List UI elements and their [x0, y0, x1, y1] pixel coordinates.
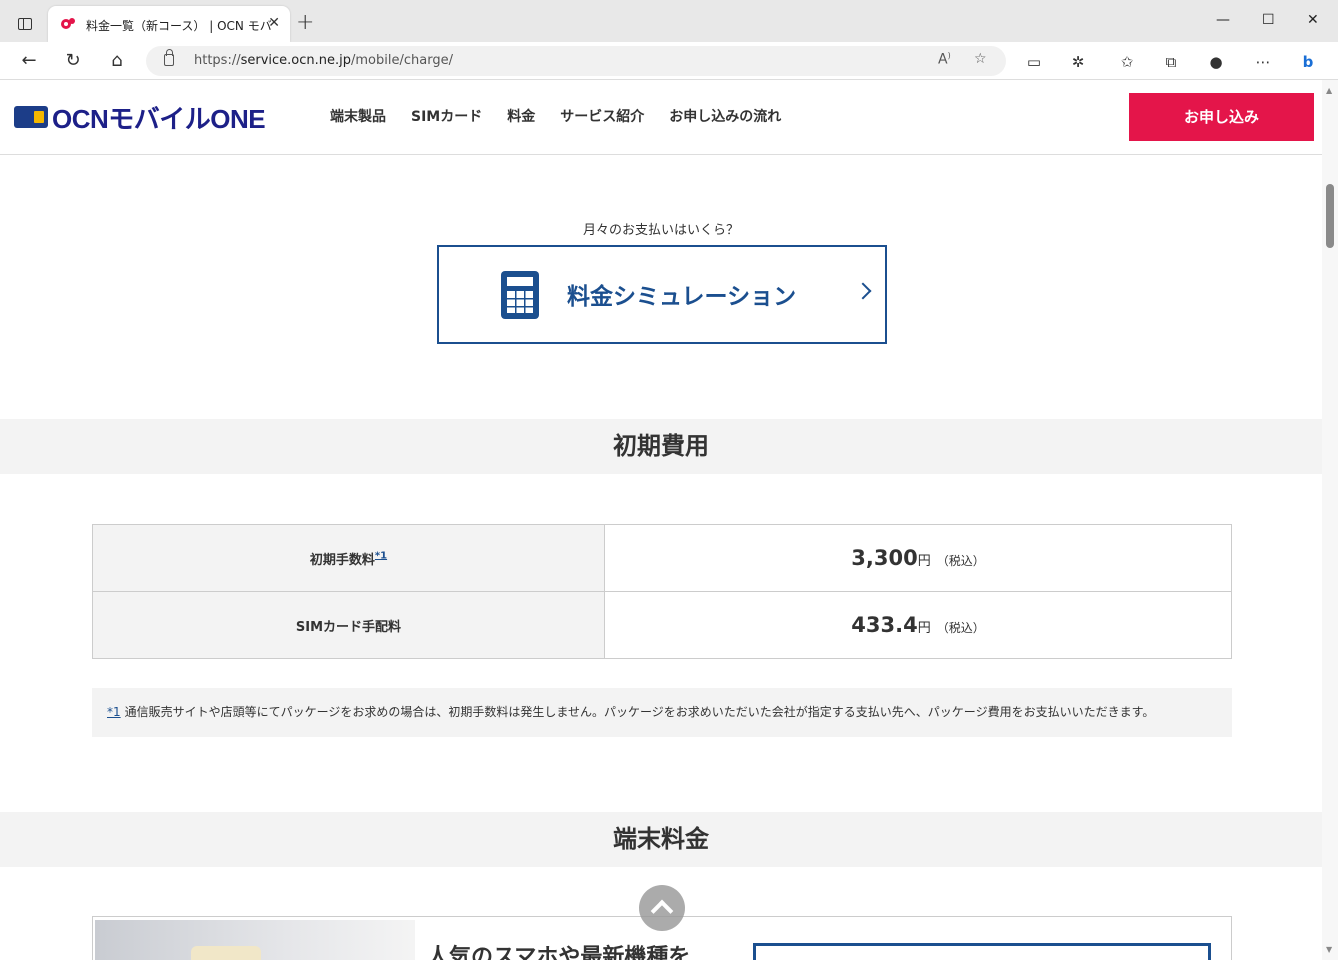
- tax-note: （税込）: [936, 621, 985, 635]
- scroll-up-arrow-icon[interactable]: ▲: [1326, 86, 1332, 95]
- lock-icon: [164, 49, 174, 66]
- maximize-button[interactable]: ☐: [1262, 12, 1275, 28]
- promo-link-box[interactable]: [753, 943, 1211, 960]
- read-aloud-icon[interactable]: A): [938, 51, 951, 68]
- scroll-down-arrow-icon[interactable]: ▼: [1326, 945, 1332, 954]
- footnote-text: 通信販売サイトや店頭等にてパッケージをお求めの場合は、初期手数料は発生しません。…: [124, 705, 1155, 719]
- footnote-ref-link[interactable]: *1: [375, 550, 387, 561]
- apply-button[interactable]: お申し込み: [1129, 93, 1314, 141]
- fee-value-cell: 3,300円 （税込）: [604, 524, 1232, 592]
- favorite-add-icon[interactable]: ☆: [974, 51, 987, 67]
- collections-icon[interactable]: ⧉: [1161, 52, 1181, 72]
- calculator-icon: [501, 271, 539, 319]
- promo-title: 人気のスマホや最新機種を: [427, 945, 691, 960]
- nav-devices[interactable]: 端末製品: [330, 106, 386, 126]
- fee-unit: 円: [917, 621, 931, 636]
- more-menu-icon[interactable]: ⋯: [1253, 52, 1273, 72]
- fee-amount: 433.4: [851, 613, 918, 637]
- initial-cost-table: 初期手数料*1 3,300円 （税込） SIMカード手配料 433.4円 （税込）: [92, 524, 1232, 659]
- home-icon[interactable]: ⌂: [106, 50, 128, 72]
- global-nav: 端末製品 SIMカード 料金 サービス紹介 お申し込みの流れ: [330, 106, 806, 126]
- fee-label: 初期手数料: [309, 552, 375, 568]
- site-header: OCNモバイルONE 端末製品 SIMカード 料金 サービス紹介 お申し込みの流…: [0, 80, 1322, 155]
- site-logo[interactable]: OCNモバイルONE: [14, 104, 266, 134]
- nav-pricing[interactable]: 料金: [507, 106, 535, 126]
- url-text: https://service.ocn.ne.jp/mobile/charge/: [194, 53, 453, 68]
- price-simulation-button[interactable]: 料金シミュレーション: [437, 245, 887, 344]
- page-scrollbar[interactable]: ▲ ▼: [1322, 80, 1338, 960]
- favorites-icon[interactable]: ✩: [1117, 52, 1137, 72]
- url-scheme: https://: [194, 53, 241, 68]
- nav-sim-card[interactable]: SIMカード: [411, 106, 482, 126]
- tab-title: 料金一覧（新コース） | OCN モバイル ONE: [86, 19, 271, 33]
- cast-icon[interactable]: ▭: [1024, 52, 1044, 72]
- browser-toolbar: ← ↻ ⌂ https://service.ocn.ne.jp/mobile/c…: [0, 42, 1338, 80]
- docomo-favicon-icon: [61, 18, 75, 29]
- url-host: service.ocn.ne.jp: [240, 53, 352, 68]
- sim-chip-logo-icon: [14, 106, 48, 128]
- fee-unit: 円: [917, 554, 931, 569]
- tab-close-icon[interactable]: ✕: [268, 15, 280, 31]
- fee-label-cell: SIMカード手配料: [92, 591, 605, 659]
- logo-text: OCNモバイルONE: [52, 103, 266, 134]
- footnote-box: *1 通信販売サイトや店頭等にてパッケージをお求めの場合は、初期手数料は発生しませ…: [92, 688, 1232, 737]
- promo-image: [95, 920, 415, 960]
- table-row: 初期手数料*1 3,300円 （税込）: [92, 524, 1232, 592]
- scroll-to-top-button[interactable]: [639, 885, 685, 931]
- simulation-label: 料金シミュレーション: [567, 284, 797, 310]
- refresh-icon[interactable]: ↻: [62, 50, 84, 72]
- footnote-ref-link[interactable]: *1: [107, 705, 121, 719]
- extensions-icon[interactable]: ✲: [1068, 52, 1088, 72]
- table-row: SIMカード手配料 433.4円 （税込）: [92, 591, 1232, 659]
- browser-tab[interactable]: 料金一覧（新コース） | OCN モバイル ONE ✕: [48, 6, 290, 42]
- nav-application-flow[interactable]: お申し込みの流れ: [669, 106, 781, 126]
- fee-amount: 3,300: [851, 546, 918, 570]
- minimize-button[interactable]: —: [1216, 12, 1230, 28]
- close-window-button[interactable]: ✕: [1307, 12, 1319, 28]
- profile-avatar[interactable]: ●: [1206, 52, 1226, 72]
- tab-actions-icon: [18, 18, 32, 30]
- tax-note: （税込）: [936, 554, 985, 568]
- browser-titlebar: 料金一覧（新コース） | OCN モバイル ONE ✕ + — ☐ ✕: [0, 0, 1338, 42]
- back-arrow-icon[interactable]: ←: [18, 50, 40, 72]
- scrollbar-thumb[interactable]: [1326, 184, 1334, 248]
- fee-label-cell: 初期手数料*1: [92, 524, 605, 592]
- tab-actions-button[interactable]: [8, 10, 38, 38]
- section-heading-device-cost: 端末料金: [0, 812, 1322, 867]
- smartphone-image: [191, 946, 261, 960]
- bing-chat-icon[interactable]: b: [1298, 52, 1318, 72]
- new-tab-button[interactable]: +: [296, 12, 314, 34]
- nav-services[interactable]: サービス紹介: [560, 106, 644, 126]
- section-heading-initial-cost: 初期費用: [0, 419, 1322, 474]
- simulation-lead-text: 月々のお支払いはいくら？: [582, 223, 739, 238]
- fee-value-cell: 433.4円 （税込）: [604, 591, 1232, 659]
- url-path: /mobile/charge/: [351, 53, 453, 68]
- page-viewport: OCNモバイルONE 端末製品 SIMカード 料金 サービス紹介 お申し込みの流…: [0, 80, 1322, 960]
- chevron-right-icon: [854, 282, 872, 300]
- address-bar[interactable]: https://service.ocn.ne.jp/mobile/charge/…: [146, 46, 1006, 76]
- fee-label: SIMカード手配料: [295, 619, 402, 635]
